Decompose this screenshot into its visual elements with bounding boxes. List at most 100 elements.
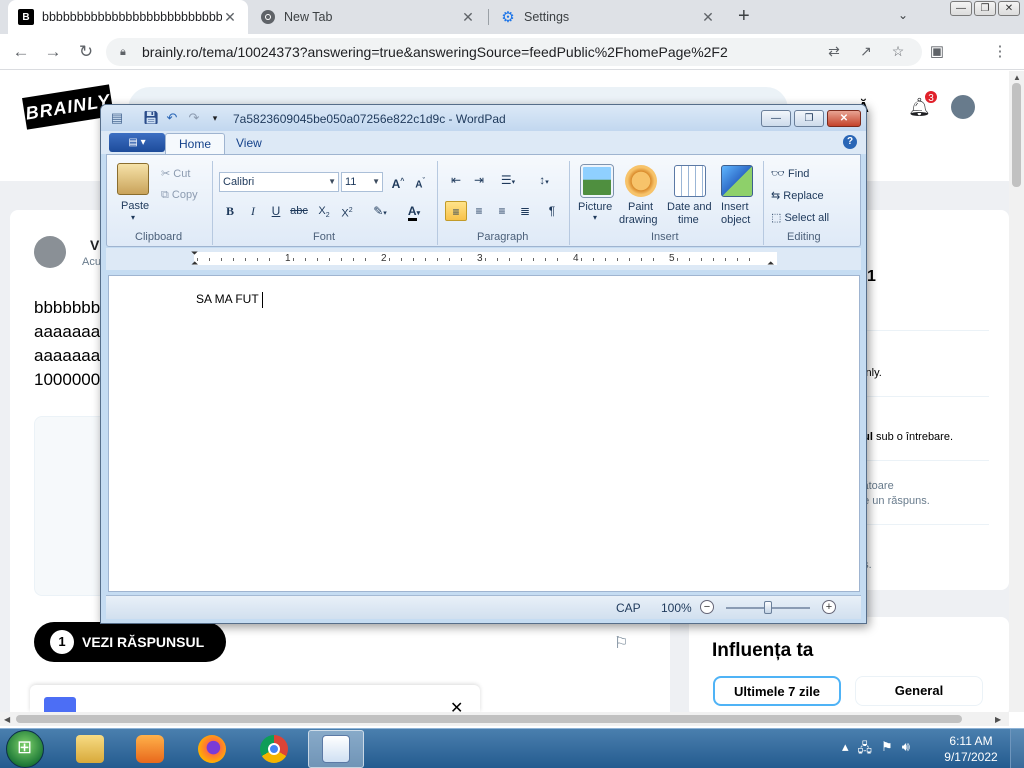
calendar-clock-icon[interactable] xyxy=(674,165,706,197)
paste-dropdown-icon[interactable]: ▾ xyxy=(131,213,135,222)
ribbon-tab-view[interactable]: View xyxy=(223,133,275,154)
align-center-icon[interactable]: ≡ xyxy=(468,201,490,221)
wp-close-icon[interactable]: ✕ xyxy=(827,110,861,127)
decrease-indent-icon[interactable]: ⇤ xyxy=(445,170,467,190)
date-time-label[interactable]: Date and xyxy=(667,201,712,213)
shrink-font-icon[interactable]: Aˇ xyxy=(409,172,431,192)
translate-icon[interactable]: ⇄ xyxy=(823,40,845,62)
network-icon[interactable]: 🖧︎ xyxy=(858,739,873,761)
help-icon[interactable]: ? xyxy=(843,135,857,149)
redo-icon[interactable]: ↷ xyxy=(186,110,202,126)
picture-dropdown-icon[interactable]: ▾ xyxy=(593,213,597,222)
copy-button[interactable]: ⧉ Copy xyxy=(161,189,198,202)
paragraph-dialog-icon[interactable]: ¶ xyxy=(541,201,563,221)
start-button[interactable] xyxy=(6,730,44,768)
picture-label[interactable]: Picture xyxy=(578,201,612,213)
insert-object-label[interactable]: Insert xyxy=(721,201,749,213)
minimize-icon[interactable]: — xyxy=(950,1,972,16)
picture-icon[interactable] xyxy=(581,165,613,197)
action-center-flag-icon[interactable]: ⚑ xyxy=(881,739,893,761)
scrollbar-thumb[interactable] xyxy=(1012,83,1021,187)
right-indent-marker-icon[interactable]: ⏶ xyxy=(767,258,774,269)
window-close-icon[interactable]: ✕ xyxy=(998,1,1020,16)
show-desktop-button[interactable] xyxy=(1010,729,1024,768)
cut-button[interactable]: ✂ Cut xyxy=(161,167,190,180)
maximize-icon[interactable]: ❐ xyxy=(974,1,996,16)
bookmark-star-icon[interactable]: ☆ xyxy=(887,40,909,62)
bullet-list-icon[interactable]: ☰▾ xyxy=(493,170,523,190)
paste-label[interactable]: Paste xyxy=(121,200,149,212)
view-answer-button[interactable]: 1 VEZI RĂSPUNSUL xyxy=(34,622,226,662)
undo-icon[interactable]: ↶ xyxy=(164,110,180,126)
tray-expand-icon[interactable]: ▴ xyxy=(842,739,849,761)
tab-new-tab[interactable]: New Tab ✕ xyxy=(250,0,486,34)
wp-maximize-icon[interactable]: ❐ xyxy=(794,110,824,127)
taskbar-clock[interactable]: 6:11 AM 9/17/2022 xyxy=(940,733,1002,765)
line-spacing-icon[interactable]: ↕▾ xyxy=(529,170,559,190)
zoom-slider-thumb[interactable] xyxy=(764,601,772,614)
tab-settings[interactable]: ⚙ Settings ✕ xyxy=(490,0,726,34)
tab-brainly[interactable]: B bbbbbbbbbbbbbbbbbbbbbbbbbbbbbbb ✕ xyxy=(8,0,248,34)
zoom-in-icon[interactable]: + xyxy=(822,600,836,614)
italic-icon[interactable]: I xyxy=(242,201,264,221)
grow-font-icon[interactable]: A^ xyxy=(387,172,409,192)
application-menu-button[interactable]: ▤ ▾ xyxy=(109,133,165,152)
left-indent-marker-icon[interactable]: ⏶ xyxy=(191,258,198,269)
save-icon[interactable]: 💾︎ xyxy=(143,110,160,126)
menu-kebab-icon[interactable]: ⋮ xyxy=(988,40,1012,64)
document-text[interactable]: SA MA FUT xyxy=(196,292,263,308)
tab-search-chevron-icon[interactable]: ⌄ xyxy=(898,8,908,22)
taskbar-media-player[interactable] xyxy=(122,730,178,768)
wp-minimize-icon[interactable]: — xyxy=(761,110,791,127)
bold-icon[interactable]: B xyxy=(219,201,241,221)
document-area[interactable]: SA MA FUT xyxy=(108,275,860,592)
close-icon[interactable]: ✕ xyxy=(700,9,716,26)
volume-icon[interactable]: 🔊︎ xyxy=(902,739,910,761)
wordpad-app-icon[interactable]: ▤ xyxy=(109,110,125,126)
paste-icon[interactable] xyxy=(117,163,149,195)
increase-indent-icon[interactable]: ⇥ xyxy=(468,170,490,190)
superscript-icon[interactable]: X2 xyxy=(336,201,358,221)
asker-avatar[interactable] xyxy=(34,236,66,268)
font-family-select[interactable]: Calibri ▼ xyxy=(219,172,339,192)
report-flag-icon[interactable]: ⚐ xyxy=(614,633,628,653)
align-left-icon[interactable]: ≡ xyxy=(445,201,467,221)
paint-drawing-label[interactable]: Paint xyxy=(628,201,653,213)
wordpad-titlebar[interactable]: ▤ 💾︎ ↶ ↷ ▾ 7a5823609045be050a07256e822c1… xyxy=(101,105,866,131)
asker-name[interactable]: V xyxy=(90,237,99,253)
forward-arrow-icon[interactable]: → xyxy=(41,40,65,64)
underline-icon[interactable]: U xyxy=(265,201,287,221)
insert-object-icon[interactable] xyxy=(721,165,753,197)
font-size-select[interactable]: 11 ▼ xyxy=(341,172,383,192)
back-arrow-icon[interactable]: ← xyxy=(9,40,33,64)
ribbon-tab-home[interactable]: Home xyxy=(165,133,226,154)
address-bar[interactable]: 🔒︎ brainly.ro/tema/10024373?answering=tr… xyxy=(106,38,922,66)
scrollbar-thumb[interactable] xyxy=(16,715,962,723)
highlight-color-icon[interactable]: ✎▾ xyxy=(365,201,395,221)
font-color-icon[interactable]: A▾ xyxy=(399,201,429,221)
new-tab-plus-icon[interactable]: + xyxy=(738,5,750,28)
scroll-left-arrow-icon[interactable]: ◀ xyxy=(4,715,10,724)
taskbar-chrome[interactable] xyxy=(246,730,302,768)
paint-drawing-icon[interactable] xyxy=(625,165,657,197)
replace-button[interactable]: ⇆ Replace xyxy=(771,189,824,202)
close-icon[interactable]: ✕ xyxy=(222,9,238,26)
select-all-button[interactable]: ⬚ Select all xyxy=(771,211,829,224)
subscript-icon[interactable]: X2 xyxy=(313,201,335,221)
side-panel-icon[interactable]: ▣ xyxy=(925,40,949,64)
taskbar-firefox[interactable] xyxy=(184,730,240,768)
align-right-icon[interactable]: ≡ xyxy=(491,201,513,221)
reload-icon[interactable]: ↻ xyxy=(74,40,98,64)
horizontal-scrollbar[interactable]: ◀ ▶ xyxy=(0,712,1009,726)
period-general[interactable]: General xyxy=(855,676,983,706)
scroll-up-arrow-icon[interactable]: ▲ xyxy=(1013,73,1021,82)
find-button[interactable]: 👓︎ Find xyxy=(771,167,809,180)
vertical-scrollbar[interactable]: ▲ xyxy=(1009,71,1024,712)
taskbar-explorer[interactable] xyxy=(62,730,118,768)
period-last-7-days[interactable]: Ultimele 7 zile xyxy=(713,676,841,706)
zoom-out-icon[interactable]: − xyxy=(700,600,714,614)
user-avatar[interactable] xyxy=(951,95,975,119)
scroll-right-arrow-icon[interactable]: ▶ xyxy=(995,715,1001,724)
justify-icon[interactable]: ≣ xyxy=(514,201,536,221)
close-icon[interactable]: ✕ xyxy=(460,9,476,26)
